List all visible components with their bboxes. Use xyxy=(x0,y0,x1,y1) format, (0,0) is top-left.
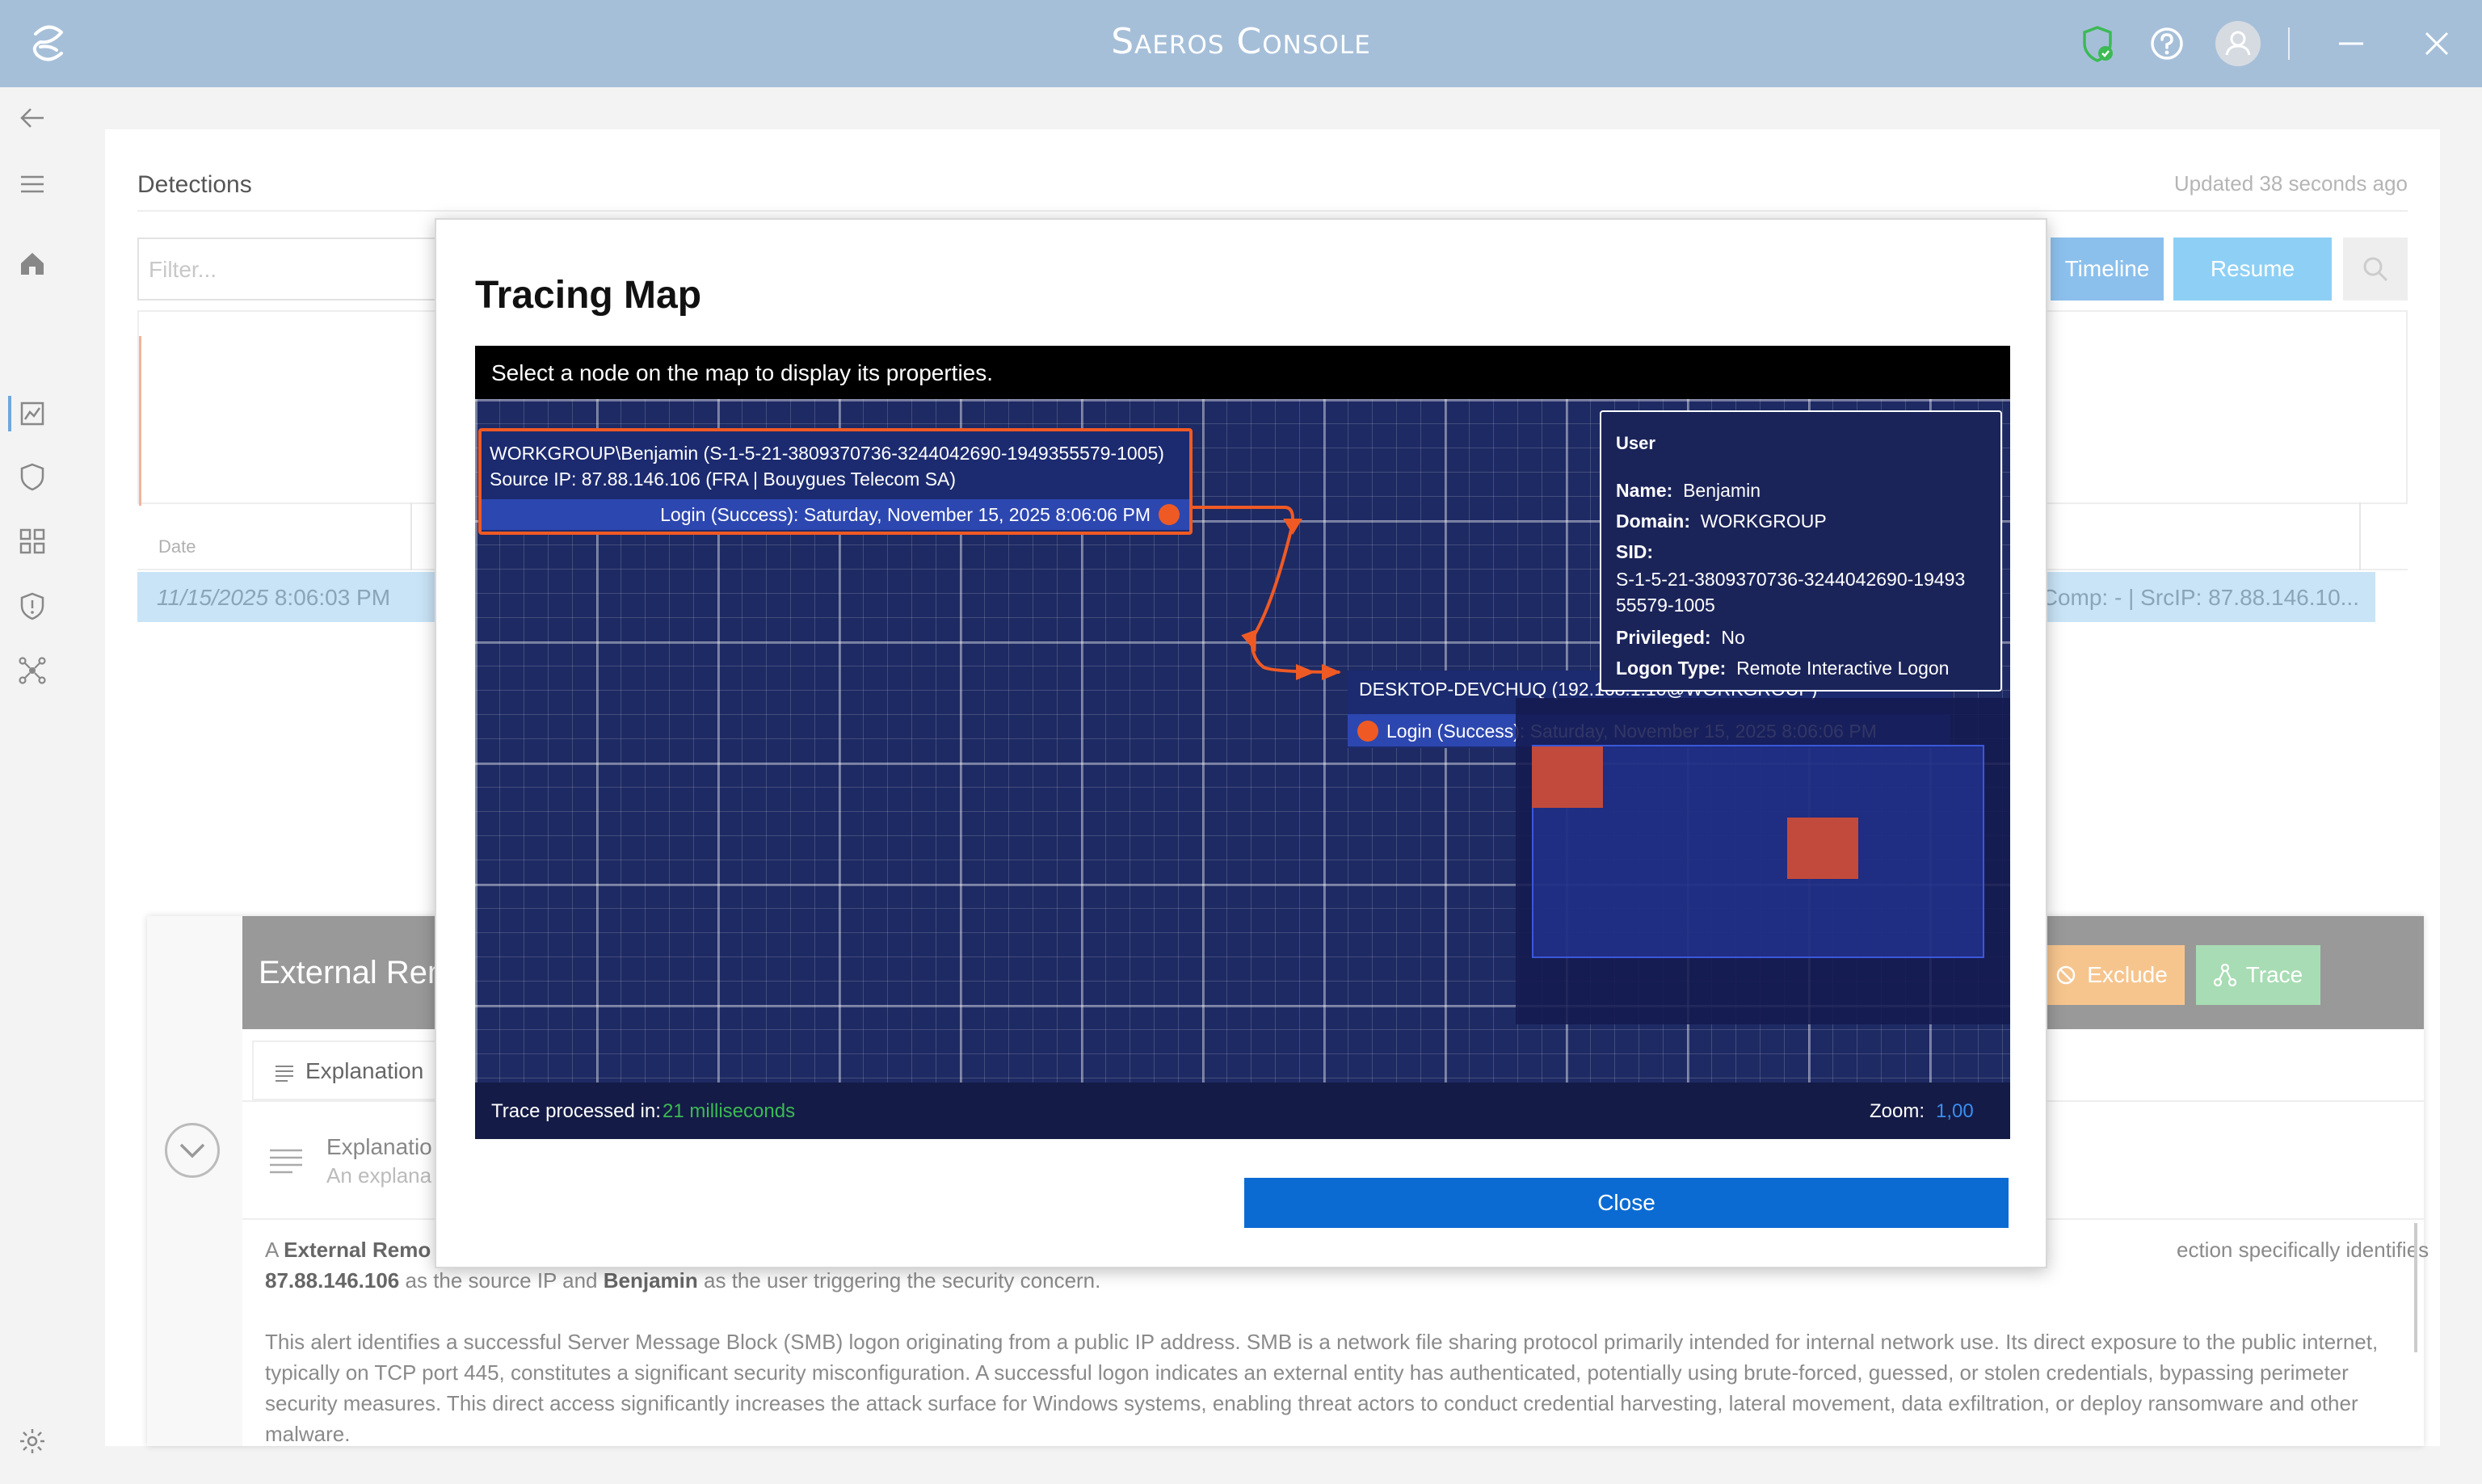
body-text: A xyxy=(265,1238,284,1262)
exclude-label: Exclude xyxy=(2087,962,2168,987)
chart-marker xyxy=(139,336,141,506)
minimap-node xyxy=(1787,818,1858,879)
minimize-icon[interactable] xyxy=(2328,21,2374,66)
timeline-button[interactable]: Timeline xyxy=(2051,238,2164,301)
trace-time-label: Trace processed in: xyxy=(491,1100,661,1122)
property-label: Logon Type: xyxy=(1616,658,1727,679)
trace-label: Trace xyxy=(2245,962,2303,987)
resume-button[interactable]: Resume xyxy=(2173,238,2332,301)
tab-label: Explanation xyxy=(305,1058,424,1083)
trace-button[interactable]: Trace xyxy=(2196,945,2320,1005)
menu-icon[interactable] xyxy=(16,168,48,200)
updated-status: Updated 38 seconds ago xyxy=(2173,171,2408,195)
settings-icon[interactable] xyxy=(16,1425,48,1457)
active-nav-indicator xyxy=(8,396,11,431)
property-label: Privileged: xyxy=(1616,627,1711,648)
exclude-button[interactable]: Exclude xyxy=(2038,945,2185,1005)
property-value: Remote Interactive Logon xyxy=(1736,658,1950,679)
user-avatar-icon[interactable] xyxy=(2215,21,2261,66)
node-event[interactable]: Login (Success): Saturday, November 15, … xyxy=(482,499,1189,530)
exclude-icon xyxy=(2056,965,2076,985)
text-lines-icon xyxy=(270,1149,302,1174)
property-value: No xyxy=(1721,627,1745,648)
row-date-time: 8:06:03 PM xyxy=(268,585,391,610)
node-source-ip: Source IP: 87.88.146.106 (FRA | Bouygues… xyxy=(490,469,957,490)
minimap[interactable] xyxy=(1516,698,2010,1024)
body-user: Benjamin xyxy=(603,1268,698,1293)
body-text: as the user triggering the security conc… xyxy=(697,1268,1101,1293)
row-details: rcComp: - | SrcIP: 87.88.146.10... xyxy=(2022,585,2359,610)
map-status-bar: Trace processed in: 21 milliseconds Zoom… xyxy=(475,1083,2010,1139)
property-sid-value-line-1: S-1-5-21-3809370736-3244042690-19493 xyxy=(1616,569,1966,590)
titlebar-separator xyxy=(2288,27,2290,60)
property-value: WORKGROUP xyxy=(1700,511,1827,532)
search-icon xyxy=(2363,257,2388,282)
event-dot-icon xyxy=(1357,721,1378,742)
page-title: Detections xyxy=(137,171,252,198)
home-icon[interactable] xyxy=(16,247,48,280)
body-rule-name: External Remo xyxy=(284,1238,431,1262)
column-divider[interactable] xyxy=(2359,502,2361,570)
close-button[interactable]: Close xyxy=(1244,1178,2009,1228)
detections-icon[interactable] xyxy=(16,397,48,430)
row-date-day: 11/15/2025 xyxy=(157,585,269,610)
trace-icon xyxy=(2213,964,2236,986)
column-header-date[interactable]: Date xyxy=(158,536,196,557)
shield-check-icon[interactable] xyxy=(2075,21,2120,66)
tracing-map-dialog: Tracing Map Select a node on the map to … xyxy=(435,218,2047,1268)
left-rail xyxy=(0,87,65,1484)
section-subtitle: An explana xyxy=(326,1163,432,1188)
column-divider[interactable] xyxy=(410,502,412,570)
minimap-node xyxy=(1532,746,1603,808)
network-icon[interactable] xyxy=(16,654,48,687)
list-icon xyxy=(276,1066,293,1082)
property-label: Name: xyxy=(1616,480,1673,501)
back-arrow-icon[interactable] xyxy=(16,102,48,134)
property-sid-value-line-2: 55579-1005 xyxy=(1616,595,1715,616)
row-date: 11/15/2025 8:06:03 PM xyxy=(157,585,390,611)
shield-icon[interactable] xyxy=(16,460,48,493)
dialog-title: Tracing Map xyxy=(475,274,702,317)
tracing-map[interactable]: Select a node on the map to display its … xyxy=(475,346,2010,1139)
property-sid-label: SID: xyxy=(1616,541,1653,563)
property-label: Domain: xyxy=(1616,511,1690,532)
divider xyxy=(137,210,2408,212)
search-button[interactable] xyxy=(2343,238,2408,301)
zoom-label: Zoom: xyxy=(1870,1100,1925,1122)
title-bar: Saeros Console xyxy=(0,0,2482,87)
body-text: as the source IP and xyxy=(399,1268,604,1293)
zoom-value: 1,00 xyxy=(1936,1100,1974,1122)
property-privileged: Privileged: No xyxy=(1616,627,1745,649)
property-label: SID: xyxy=(1616,541,1653,562)
detail-side-strip xyxy=(147,916,242,1446)
shield-alert-icon[interactable] xyxy=(16,590,48,622)
section-title: Explanatio xyxy=(326,1134,432,1159)
property-name: Name: Benjamin xyxy=(1616,480,1761,502)
node-properties-panel: User Name: Benjamin Domain: WORKGROUP SI… xyxy=(1600,410,2002,692)
property-domain: Domain: WORKGROUP xyxy=(1616,511,1827,532)
help-icon[interactable] xyxy=(2144,21,2190,66)
close-icon[interactable] xyxy=(2414,21,2459,66)
grid-icon[interactable] xyxy=(16,525,48,557)
explanation-paragraph-2: This alert identifies a successful Serve… xyxy=(265,1330,2379,1446)
trace-time-value: 21 milliseconds xyxy=(663,1100,796,1122)
property-logon-type: Logon Type: Remote Interactive Logon xyxy=(1616,658,1949,679)
filter-input[interactable]: Filter... xyxy=(137,238,477,301)
trace-node-source-user[interactable]: WORKGROUP\Benjamin (S-1-5-21-3809370736-… xyxy=(478,428,1193,535)
collapse-button[interactable] xyxy=(165,1123,220,1178)
node-title: WORKGROUP\Benjamin (S-1-5-21-3809370736-… xyxy=(490,443,1164,464)
filter-placeholder: Filter... xyxy=(149,257,217,282)
event-dot-icon xyxy=(1159,504,1180,525)
property-value: Benjamin xyxy=(1683,480,1761,501)
tab-explanation[interactable]: Explanation xyxy=(252,1040,440,1100)
chevron-down-icon xyxy=(179,1143,205,1158)
properties-type: User xyxy=(1616,433,1655,453)
scrollbar[interactable] xyxy=(2414,1223,2417,1352)
node-event-label: Login (Success): Saturday, November 15, … xyxy=(660,504,1151,525)
body-text-tail: ection specifically identifies xyxy=(2177,1238,2429,1262)
body-ip: 87.88.146.106 xyxy=(265,1268,400,1293)
